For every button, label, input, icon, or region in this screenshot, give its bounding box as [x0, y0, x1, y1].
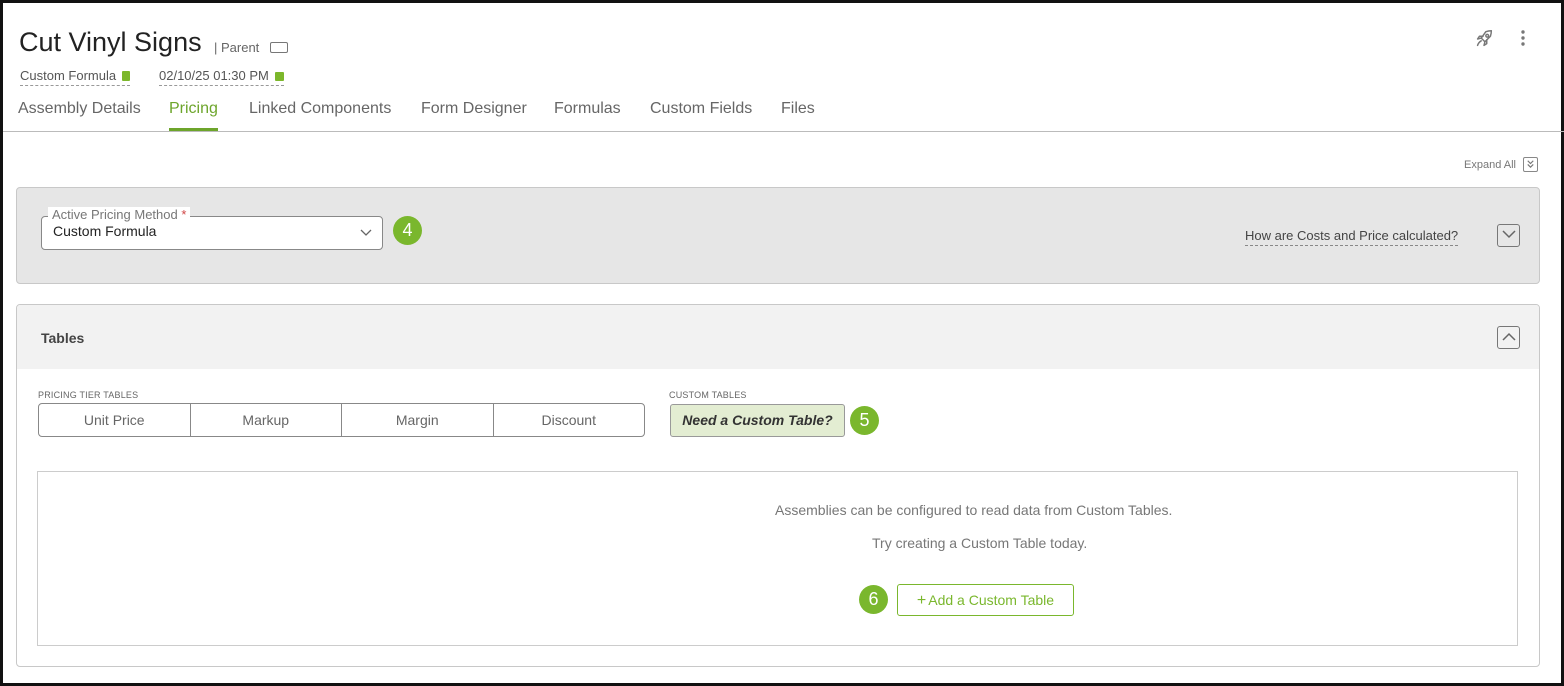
step-badge: 6 [859, 585, 888, 614]
chevron-down-icon [360, 224, 372, 240]
discount-button[interactable]: Discount [494, 404, 645, 436]
pricing-tier-button-group: Unit Price Markup Margin Discount [38, 403, 645, 437]
active-pricing-method-value: Custom Formula [53, 223, 157, 239]
date-meta-text: 02/10/25 01:30 PM [159, 68, 269, 83]
add-custom-table-label: Add a Custom Table [928, 592, 1055, 608]
page-title: Cut Vinyl Signs [19, 27, 202, 57]
add-custom-table-button[interactable]: + Add a Custom Table [897, 584, 1074, 616]
empty-state-prompt: Try creating a Custom Table today. [872, 535, 1088, 551]
rectangle-icon[interactable] [270, 42, 288, 53]
calculator-icon [122, 71, 131, 81]
pricing-tier-tables-label: PRICING TIER TABLES [38, 390, 139, 400]
plus-icon: + [916, 592, 927, 609]
tab-formulas[interactable]: Formulas [554, 100, 621, 131]
custom-table-empty-state [37, 471, 1518, 646]
custom-tables-label: CUSTOM TABLES [669, 390, 747, 400]
required-marker: * [181, 207, 187, 222]
date-meta[interactable]: 02/10/25 01:30 PM [159, 68, 284, 86]
collapse-toggle-button[interactable] [1497, 224, 1520, 247]
tables-title: Tables [41, 330, 85, 346]
unit-price-button[interactable]: Unit Price [39, 404, 191, 436]
collapse-tables-button[interactable] [1497, 326, 1520, 349]
parent-label: | Parent [214, 40, 260, 55]
tab-bar: Assembly Details Pricing Linked Componen… [3, 100, 1564, 132]
more-vertical-icon[interactable] [1519, 28, 1527, 52]
step-badge: 5 [850, 406, 879, 435]
active-pricing-method-label: Active Pricing Method * [48, 207, 191, 222]
need-custom-table-button[interactable]: Need a Custom Table? [670, 404, 845, 437]
empty-state-message: Assemblies can be configured to read dat… [775, 502, 1173, 518]
calendar-icon [274, 72, 284, 81]
tab-custom-fields[interactable]: Custom Fields [650, 100, 752, 131]
rocket-icon[interactable] [1473, 28, 1495, 54]
tab-linked-components[interactable]: Linked Components [249, 100, 391, 131]
markup-button[interactable]: Markup [191, 404, 342, 436]
tab-files[interactable]: Files [781, 100, 815, 131]
how-costs-calculated-link[interactable]: How are Costs and Price calculated? [1245, 228, 1459, 246]
expand-all-link[interactable]: Expand All [1464, 159, 1516, 171]
step-badge: 4 [393, 216, 422, 245]
tab-pricing[interactable]: Pricing [169, 100, 218, 131]
margin-button[interactable]: Margin [342, 404, 494, 436]
tables-panel-header[interactable] [17, 305, 1539, 369]
tab-assembly-details[interactable]: Assembly Details [18, 100, 141, 131]
active-pricing-method-label-text: Active Pricing Method [52, 207, 178, 222]
tab-form-designer[interactable]: Form Designer [421, 100, 527, 131]
pricing-method-meta-text: Custom Formula [20, 68, 117, 83]
pricing-method-meta[interactable]: Custom Formula [20, 68, 131, 86]
expand-all-icon[interactable] [1523, 157, 1538, 172]
